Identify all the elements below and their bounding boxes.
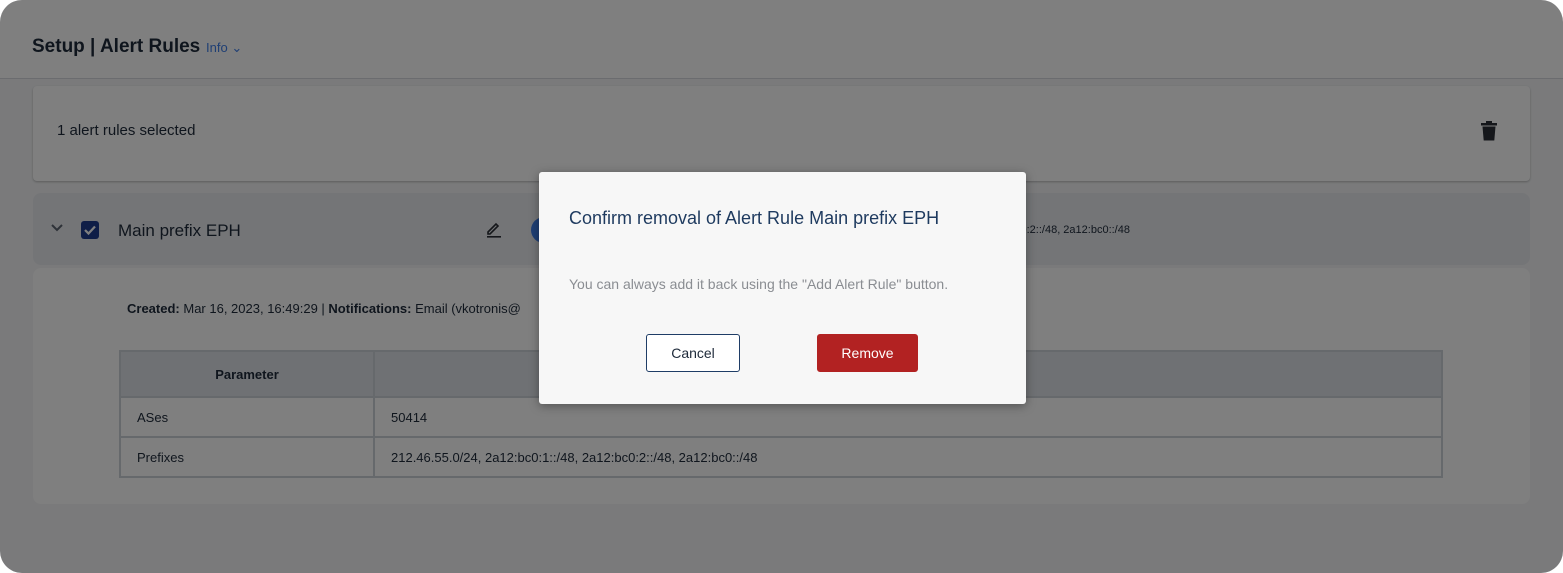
dialog-message: You can always add it back using the "Ad… [569, 276, 949, 292]
app-frame: Setup | Alert Rules Info ⌄ 1 alert rules… [0, 0, 1563, 573]
dialog-title: Confirm removal of Alert Rule Main prefi… [569, 208, 940, 228]
confirm-dialog: Confirm removal of Alert Rule Main prefi… [539, 172, 1026, 404]
cancel-button[interactable]: Cancel [646, 334, 740, 372]
remove-button[interactable]: Remove [817, 334, 918, 372]
